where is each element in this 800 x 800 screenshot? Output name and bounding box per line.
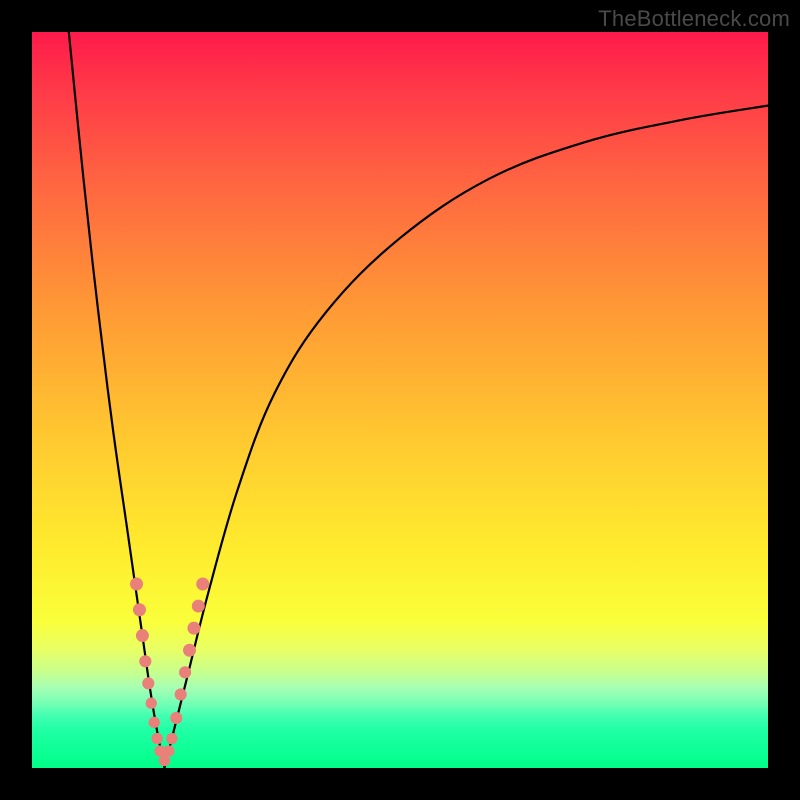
data-marker [146, 698, 157, 709]
watermark-text: TheBottleneck.com [598, 6, 790, 32]
curve-bottleneck-curve-right [164, 106, 768, 768]
data-marker [163, 745, 174, 756]
data-marker [149, 717, 160, 728]
data-marker [136, 629, 149, 642]
data-marker [192, 600, 205, 613]
data-marker [142, 677, 154, 689]
data-marker [175, 688, 187, 700]
data-marker [170, 712, 182, 724]
data-marker [187, 622, 200, 635]
data-marker [139, 655, 151, 667]
data-marker [151, 733, 162, 744]
data-marker [133, 603, 146, 616]
data-marker [130, 578, 143, 591]
data-marker [196, 578, 209, 591]
chart-frame: TheBottleneck.com [0, 0, 800, 800]
bottleneck-curve [69, 32, 768, 768]
data-marker [166, 733, 177, 744]
data-markers [130, 578, 209, 767]
chart-svg [32, 32, 768, 768]
data-marker [179, 666, 191, 678]
plot-area [32, 32, 768, 768]
data-marker [183, 644, 196, 657]
